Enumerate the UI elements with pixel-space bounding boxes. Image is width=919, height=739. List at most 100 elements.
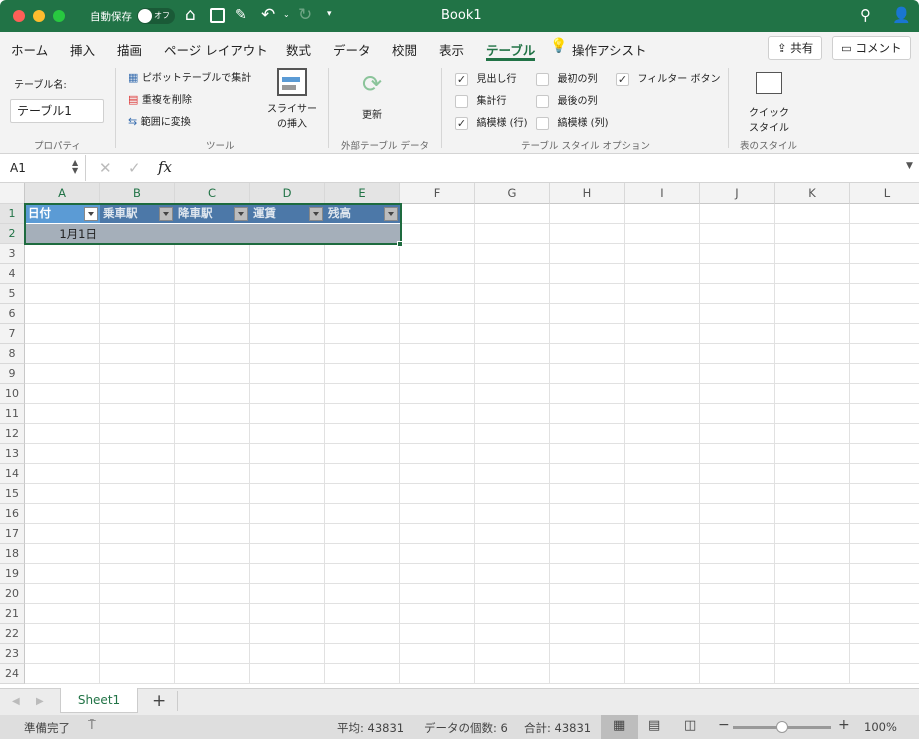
checkbox-icon[interactable] bbox=[455, 94, 468, 108]
cell[interactable] bbox=[625, 504, 700, 524]
cell[interactable] bbox=[700, 444, 775, 464]
tab-home[interactable]: ホーム bbox=[11, 40, 48, 59]
cell[interactable] bbox=[550, 604, 625, 624]
cell[interactable] bbox=[250, 504, 325, 524]
cell[interactable] bbox=[175, 284, 250, 304]
cell[interactable] bbox=[325, 284, 400, 304]
cell[interactable] bbox=[700, 464, 775, 484]
column-header[interactable]: D bbox=[250, 183, 325, 204]
cell[interactable] bbox=[250, 284, 325, 304]
page-layout-view-icon[interactable]: ▤ bbox=[648, 718, 660, 733]
cell[interactable] bbox=[100, 424, 175, 444]
cell[interactable] bbox=[625, 524, 700, 544]
cell[interactable] bbox=[850, 404, 919, 424]
cell[interactable] bbox=[775, 384, 850, 404]
cell[interactable] bbox=[775, 244, 850, 264]
cell[interactable] bbox=[175, 624, 250, 644]
checkbox-icon[interactable] bbox=[536, 72, 549, 86]
cell[interactable] bbox=[175, 424, 250, 444]
remove-duplicates-button[interactable]: ▤ 重複を削除 bbox=[128, 91, 192, 106]
cell[interactable] bbox=[400, 604, 475, 624]
cell[interactable] bbox=[475, 584, 550, 604]
cell[interactable] bbox=[400, 344, 475, 364]
cell[interactable] bbox=[550, 444, 625, 464]
cell[interactable] bbox=[550, 324, 625, 344]
cell[interactable] bbox=[850, 424, 919, 444]
cell[interactable] bbox=[25, 364, 100, 384]
cell[interactable] bbox=[400, 464, 475, 484]
cell[interactable] bbox=[850, 204, 919, 224]
cell[interactable] bbox=[100, 364, 175, 384]
zoom-in-button[interactable]: + bbox=[838, 717, 850, 733]
cell[interactable] bbox=[775, 524, 850, 544]
cell[interactable] bbox=[550, 264, 625, 284]
cell[interactable] bbox=[625, 264, 700, 284]
cell[interactable] bbox=[25, 524, 100, 544]
cell[interactable] bbox=[625, 344, 700, 364]
cell[interactable] bbox=[700, 204, 775, 224]
cell[interactable] bbox=[250, 524, 325, 544]
cell[interactable] bbox=[400, 384, 475, 404]
quick-styles-button[interactable]: クイック スタイル bbox=[742, 72, 796, 134]
cell[interactable] bbox=[475, 364, 550, 384]
cell[interactable] bbox=[250, 644, 325, 664]
cell[interactable] bbox=[25, 384, 100, 404]
cell[interactable] bbox=[100, 664, 175, 684]
cell[interactable] bbox=[250, 564, 325, 584]
cell[interactable] bbox=[625, 324, 700, 344]
cell[interactable] bbox=[400, 264, 475, 284]
checkbox-icon[interactable]: ✓ bbox=[455, 116, 468, 130]
search-icon[interactable]: ⚲ bbox=[860, 6, 871, 24]
cell[interactable] bbox=[850, 464, 919, 484]
cell[interactable] bbox=[475, 504, 550, 524]
style-option-checkbox[interactable]: ✓ フィルター ボタン bbox=[616, 70, 720, 86]
column-header[interactable]: C bbox=[175, 183, 250, 204]
row-header[interactable]: 23 bbox=[0, 644, 25, 664]
cell[interactable] bbox=[400, 324, 475, 344]
cell[interactable] bbox=[775, 404, 850, 424]
cell[interactable] bbox=[475, 264, 550, 284]
row-header[interactable]: 7 bbox=[0, 324, 25, 344]
cell[interactable] bbox=[475, 424, 550, 444]
cell[interactable] bbox=[400, 224, 475, 244]
cell[interactable] bbox=[325, 584, 400, 604]
next-sheet-icon[interactable]: ▶ bbox=[36, 696, 44, 707]
cell[interactable] bbox=[25, 644, 100, 664]
cell[interactable] bbox=[475, 384, 550, 404]
column-header[interactable]: F bbox=[400, 183, 475, 204]
cell[interactable] bbox=[625, 604, 700, 624]
row-header[interactable]: 18 bbox=[0, 544, 25, 564]
autosave-toggle[interactable]: オフ bbox=[137, 8, 175, 24]
cell[interactable] bbox=[550, 644, 625, 664]
cell[interactable] bbox=[700, 224, 775, 244]
cell[interactable] bbox=[625, 644, 700, 664]
cell[interactable] bbox=[400, 304, 475, 324]
style-option-checkbox[interactable]: ✓ 見出し行 bbox=[455, 70, 517, 86]
cell[interactable] bbox=[400, 504, 475, 524]
cell[interactable] bbox=[25, 584, 100, 604]
cell[interactable] bbox=[175, 604, 250, 624]
cell[interactable] bbox=[400, 584, 475, 604]
cell[interactable] bbox=[25, 284, 100, 304]
cell[interactable] bbox=[775, 264, 850, 284]
row-header[interactable]: 24 bbox=[0, 664, 25, 684]
cell[interactable] bbox=[775, 564, 850, 584]
cell[interactable] bbox=[700, 564, 775, 584]
cell[interactable] bbox=[775, 664, 850, 684]
cell[interactable] bbox=[550, 624, 625, 644]
cell[interactable] bbox=[850, 544, 919, 564]
cell[interactable] bbox=[700, 584, 775, 604]
cell[interactable] bbox=[325, 404, 400, 424]
cell[interactable] bbox=[850, 644, 919, 664]
tab-view[interactable]: 表示 bbox=[439, 40, 464, 59]
cell[interactable] bbox=[100, 584, 175, 604]
cell[interactable] bbox=[400, 624, 475, 644]
cell[interactable] bbox=[325, 604, 400, 624]
cell[interactable] bbox=[100, 324, 175, 344]
cell[interactable] bbox=[625, 284, 700, 304]
cell[interactable] bbox=[250, 604, 325, 624]
cell[interactable] bbox=[325, 444, 400, 464]
cell[interactable] bbox=[25, 624, 100, 644]
cell[interactable] bbox=[775, 584, 850, 604]
cell[interactable] bbox=[550, 464, 625, 484]
